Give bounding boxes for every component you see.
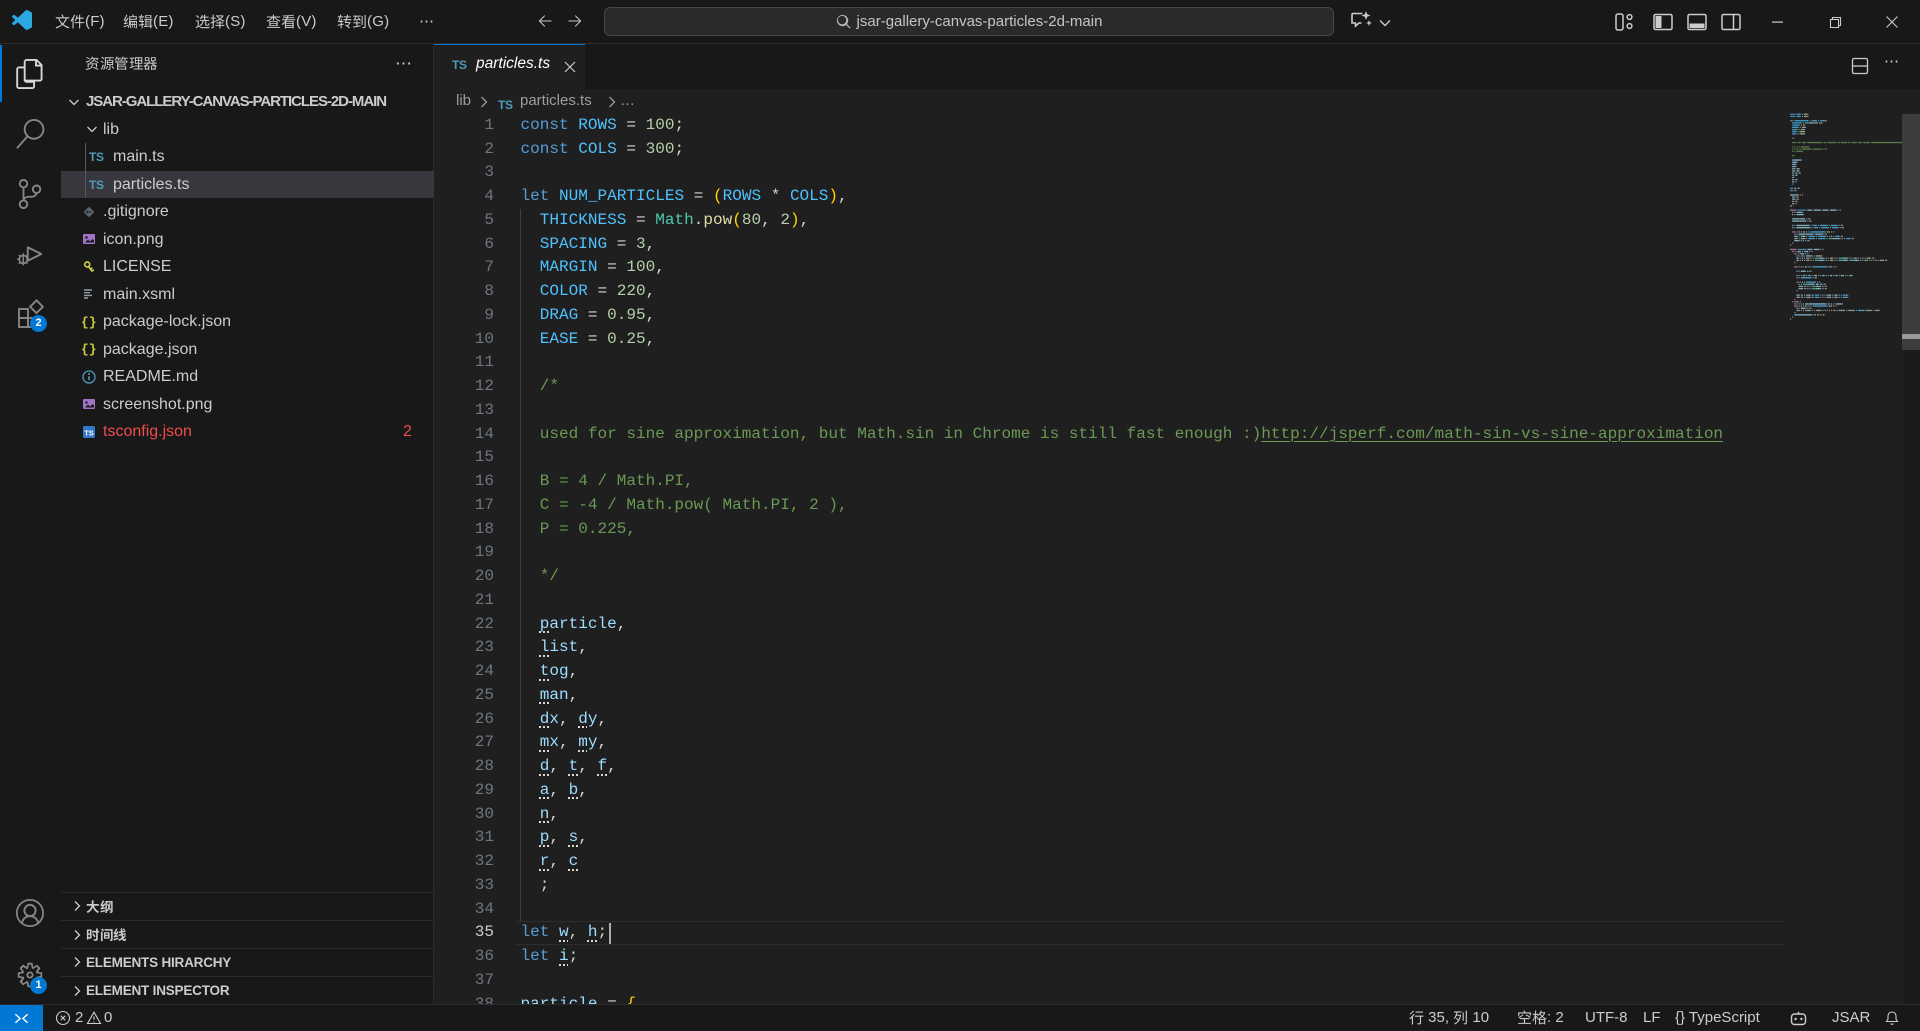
svg-text:TS: TS: [84, 428, 94, 437]
